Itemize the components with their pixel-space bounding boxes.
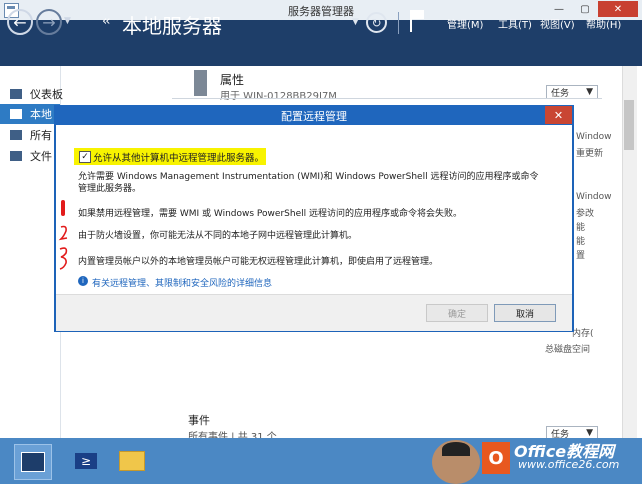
annotation-marks-2-3 (58, 225, 68, 270)
background-text: Window (576, 192, 612, 202)
background-text: 能 (576, 237, 586, 247)
header-divider (398, 12, 399, 34)
sidebar-item-label: 本地 (30, 108, 52, 121)
note-text: 如果禁用远程管理，需要 WMI 或 Windows PowerShell 远程访… (78, 209, 462, 219)
maximize-button[interactable]: ▢ (572, 1, 598, 17)
chevron-down-icon: ▼ (586, 87, 593, 97)
scrollbar-thumb[interactable] (624, 100, 634, 150)
annotation-mark-3 (59, 247, 68, 270)
menu-manage[interactable]: 管理(M) (447, 16, 483, 31)
tasks-dropdown[interactable]: 任务 ▼ (546, 85, 598, 99)
background-text: 更新 (585, 149, 604, 159)
note-text: 由于防火墙设置，你可能无法从不同的本地子网中远程管理此计算机。 (78, 231, 358, 241)
chevron-down-icon: ▼ (586, 428, 593, 438)
dashboard-icon (10, 89, 22, 99)
background-text: 参 (576, 209, 586, 219)
refresh-icon[interactable]: ↻ (366, 12, 387, 33)
dialog-title: 配置远程管理 (281, 110, 347, 123)
watermark-url: www.office26.com (518, 458, 620, 471)
close-window-button[interactable]: ✕ (598, 1, 638, 17)
background-text: 能 (576, 223, 586, 233)
arrow-right-icon: → (42, 12, 56, 32)
allow-remote-management-checkbox[interactable]: ✓ (79, 151, 91, 163)
ok-button[interactable]: 确定 (426, 304, 488, 322)
background-text: 改 (585, 209, 595, 219)
remote-management-info-link[interactable]: 有关远程管理、其限制和安全风险的详细信息 (92, 276, 272, 289)
breadcrumb-chevron-icon: ‹‹ (102, 14, 111, 29)
window-controls: — ▢ ✕ (546, 1, 638, 17)
description-text: 允许需要 Windows Management Instrumentation … (78, 172, 539, 182)
annotation-mark-1 (61, 200, 65, 216)
cancel-button[interactable]: 取消 (494, 304, 556, 322)
forward-button[interactable]: → (36, 9, 62, 35)
section-divider (172, 98, 602, 99)
minimize-button[interactable]: — (546, 1, 572, 17)
sidebar-item-label: 所有 (30, 129, 52, 142)
checkbox-label[interactable]: 允许从其他计算机中远程管理此服务器。 (93, 150, 264, 164)
disk-space-label: 总磁盘空间 (545, 345, 591, 355)
sidebar-item-dashboard[interactable]: 仪表板 (0, 84, 63, 104)
notifications-flag-icon[interactable] (410, 10, 424, 32)
arrow-left-icon: ← (13, 12, 27, 32)
menu-view[interactable]: 视图(V) (540, 16, 575, 31)
properties-title: 属性 (220, 73, 245, 87)
server-icon (10, 109, 22, 119)
server-tower-icon (194, 70, 207, 96)
taskbar-app-server-manager[interactable] (14, 444, 52, 480)
sidebar-item-label: 文件 (30, 150, 52, 163)
sidebar-item-label: 仪表板 (30, 88, 63, 101)
note-text: 内置管理员帐户以外的本地管理员帐户可能无权远程管理此计算机，即使启用了远程管理。 (78, 257, 439, 267)
servers-icon (10, 130, 22, 140)
page-title: 本地服务器 (122, 14, 222, 38)
sidebar-item-all-servers[interactable]: 所有 (0, 125, 60, 145)
sidebar-item-file-services[interactable]: 文件 (0, 146, 60, 166)
properties-subtitle: 用于 WIN-0128BB29I7M (220, 91, 337, 102)
office-logo-icon: O (482, 442, 510, 474)
history-dropdown-icon[interactable]: ▼ (64, 16, 71, 26)
events-title: 事件 (188, 414, 210, 427)
back-button[interactable]: ← (7, 9, 33, 35)
menu-tools[interactable]: 工具(T) (498, 16, 532, 31)
background-text: Window (576, 132, 612, 142)
description-text: 管理此服务器。 (78, 184, 142, 194)
taskbar-app-file-explorer[interactable] (114, 444, 150, 478)
menu-help[interactable]: 帮助(H) (586, 16, 621, 31)
folder-icon (119, 451, 145, 471)
sidebar-item-local-server[interactable]: 本地 (0, 104, 60, 124)
file-services-icon (10, 151, 22, 161)
tasks-label: 任务 (551, 88, 570, 99)
background-text: 重 (576, 149, 586, 159)
info-icon: i (78, 276, 88, 286)
taskbar-app-powershell[interactable]: ≥ (68, 444, 104, 478)
server-manager-icon (21, 452, 45, 472)
background-text: 置 (576, 251, 586, 261)
dialog-close-button[interactable]: ✕ (545, 106, 572, 124)
powershell-icon: ≥ (75, 453, 97, 469)
memory-label: 内存( (572, 329, 594, 339)
title-dropdown-icon[interactable]: ▼ (352, 17, 359, 27)
watermark-avatar (432, 440, 480, 484)
annotation-mark-2 (58, 225, 68, 241)
